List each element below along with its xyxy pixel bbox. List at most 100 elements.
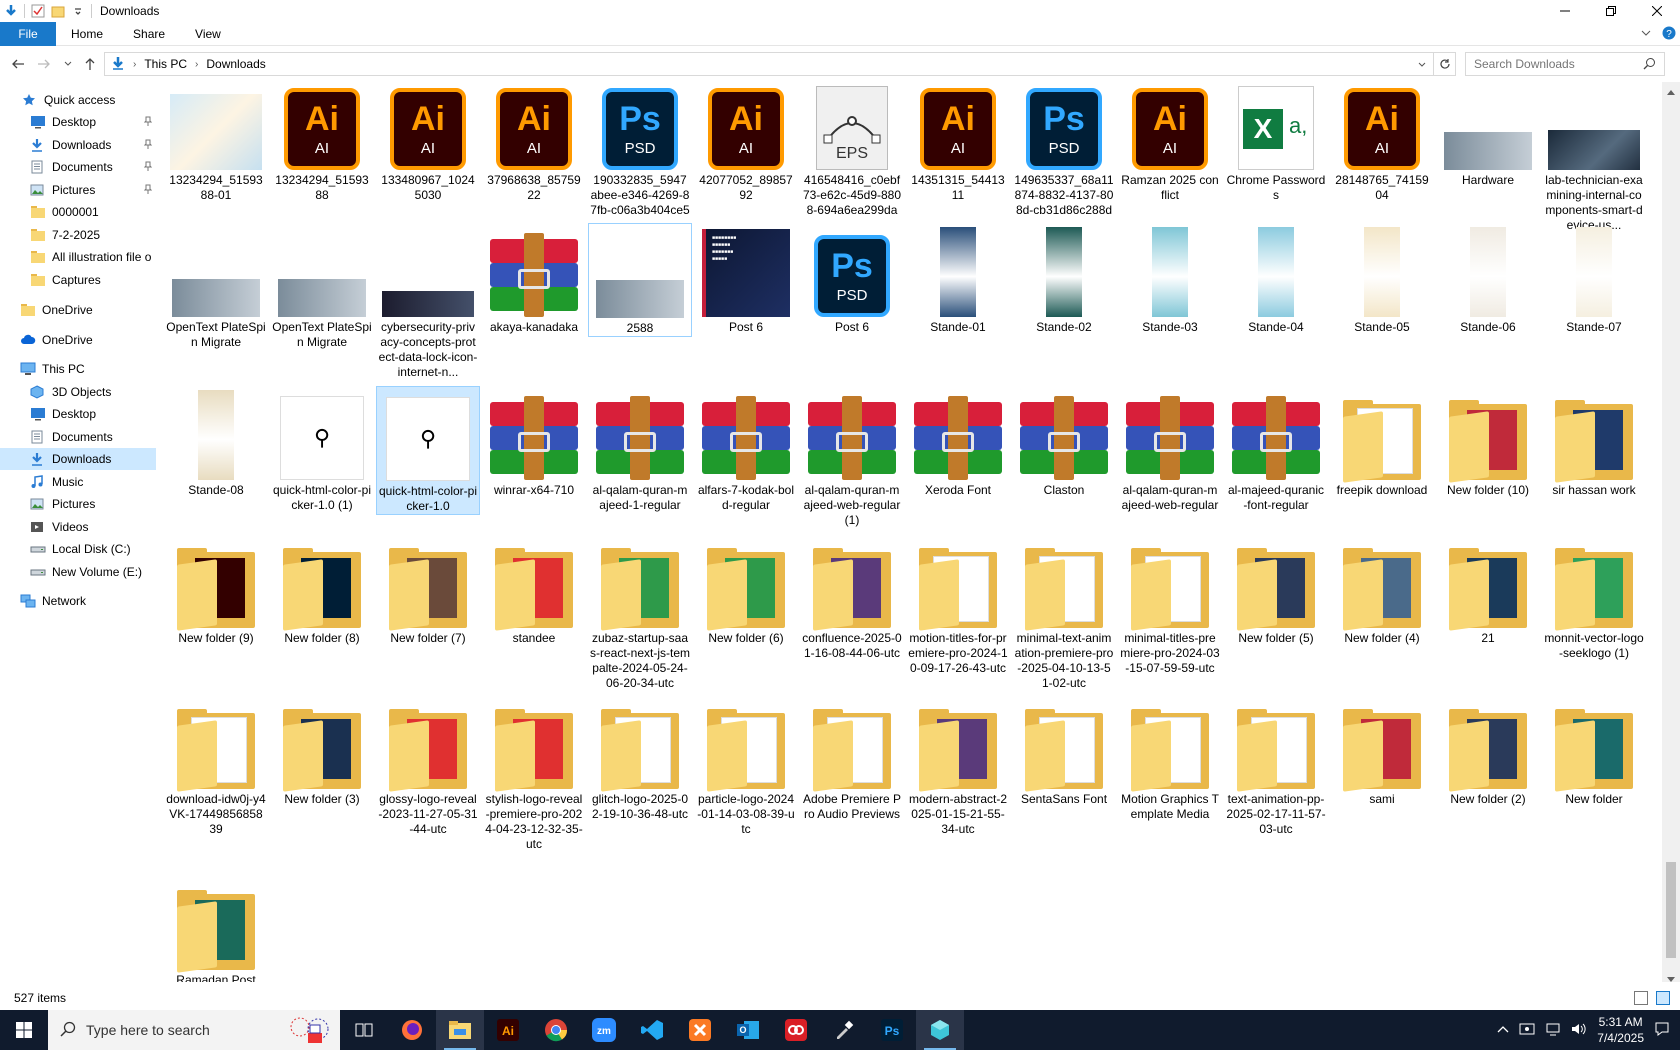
folder-item[interactable]: New folder (5) <box>1224 534 1328 646</box>
file-item[interactable]: Stande-02 <box>1012 223 1116 335</box>
app-cube-icon[interactable] <box>916 1010 964 1050</box>
file-item[interactable]: akaya-kanadaka <box>482 223 586 335</box>
maximize-button[interactable] <box>1588 0 1634 22</box>
volume-icon[interactable] <box>1571 1022 1587 1039</box>
file-item[interactable]: Stande-01 <box>906 223 1010 335</box>
folder-item[interactable]: Motion Graphics Template Media <box>1118 695 1222 822</box>
tab-share[interactable]: Share <box>118 22 180 46</box>
folder-item[interactable]: particle-logo-2024-01-14-03-08-39-utc <box>694 695 798 837</box>
vscode-icon[interactable] <box>628 1010 676 1050</box>
folder-item[interactable]: glitch-logo-2025-02-19-10-36-48-utc <box>588 695 692 822</box>
properties-icon[interactable] <box>31 4 45 18</box>
firefox-icon[interactable] <box>388 1010 436 1050</box>
nav-item-videos[interactable]: Videos <box>0 516 156 538</box>
fireworks-icon[interactable] <box>288 1013 332 1048</box>
nav-item-pictures[interactable]: Pictures <box>0 179 156 201</box>
search-box[interactable] <box>1465 52 1665 76</box>
search-icon[interactable] <box>1643 57 1656 73</box>
help-icon[interactable]: ? <box>1662 26 1676 43</box>
nav-item-new-volume-e[interactable]: New Volume (E:) <box>0 561 156 583</box>
file-item[interactable]: EPS 416548416_c0ebf73-e62c-45d9-8808-694a… <box>800 82 904 218</box>
folder-item[interactable]: download-idw0j-y4VK-1744985685839 <box>164 695 268 837</box>
folder-item[interactable]: New folder (4) <box>1330 534 1434 646</box>
new-folder-icon[interactable] <box>51 4 65 18</box>
nav-item-music[interactable]: Music <box>0 471 156 493</box>
breadcrumb-separator[interactable]: › <box>195 59 198 70</box>
folder-item[interactable]: sami <box>1330 695 1434 807</box>
clock[interactable]: 5:31 AM 7/4/2025 <box>1597 1014 1644 1046</box>
nav-item-downloads[interactable]: Downloads <box>0 448 156 470</box>
nav-item-documents[interactable]: Documents <box>0 426 156 448</box>
file-item[interactable]: Ai AI Ramzan 2025 conflict <box>1118 82 1222 203</box>
file-item[interactable]: Ai AI 13234294_5159388 <box>270 82 374 203</box>
nav-item-local-disk-c[interactable]: Local Disk (C:) <box>0 538 156 560</box>
nav-item-desktop[interactable]: Desktop <box>0 403 156 425</box>
folder-item[interactable]: SentaSans Font <box>1012 695 1116 807</box>
refresh-button[interactable] <box>1434 52 1456 76</box>
folder-item[interactable]: glossy-logo-reveal-2023-11-27-05-31-44-u… <box>376 695 480 837</box>
file-item[interactable]: OpenText PlateSpin Migrate <box>164 223 268 350</box>
show-hidden-icons-icon[interactable] <box>1497 1023 1509 1037</box>
folder-item[interactable]: modern-abstract-2025-01-15-21-55-34-utc <box>906 695 1010 837</box>
folder-item[interactable]: 21 <box>1436 534 1540 646</box>
nav-item-7-2-2025[interactable]: 7-2-2025 <box>0 224 156 246</box>
file-item[interactable]: al-qalam-quran-majeed-web-regular (1) <box>800 386 904 528</box>
folder-item[interactable]: confluence-2025-01-16-08-44-06-utc <box>800 534 904 661</box>
file-explorer-icon[interactable] <box>436 1010 484 1050</box>
notifications-icon[interactable] <box>1654 1021 1670 1040</box>
creative-cloud-icon[interactable] <box>772 1010 820 1050</box>
folder-item[interactable]: motion-titles-for-premiere-pro-2024-10-0… <box>906 534 1010 676</box>
nav-item-network[interactable]: Network <box>0 590 156 612</box>
scrollbar-thumb[interactable] <box>1666 862 1676 958</box>
recent-locations-button[interactable] <box>58 54 78 74</box>
file-item[interactable]: al-majeed-quranic-font-regular <box>1224 386 1328 513</box>
folder-item[interactable]: New folder <box>1542 695 1646 807</box>
file-item[interactable]: ⚲ quick-html-color-picker-1.0 <box>376 386 480 515</box>
tab-file[interactable]: File <box>0 21 56 46</box>
search-input[interactable] <box>1474 57 1644 71</box>
customize-toolbar-icon[interactable] <box>71 4 85 18</box>
back-button[interactable] <box>8 54 28 74</box>
scroll-down-arrow-icon[interactable] <box>1667 972 1675 986</box>
forward-button[interactable] <box>34 54 54 74</box>
breadcrumb-downloads[interactable]: Downloads <box>206 57 265 71</box>
zoom-icon[interactable]: zm <box>580 1010 628 1050</box>
breadcrumb-this-pc[interactable]: This PC <box>144 57 187 71</box>
folder-item[interactable]: New folder (2) <box>1436 695 1540 807</box>
tab-home[interactable]: Home <box>56 22 118 46</box>
folder-item[interactable]: standee <box>482 534 586 646</box>
file-item[interactable]: Ai AI 28148765_7415904 <box>1330 82 1434 203</box>
nav-item-0000001[interactable]: 0000001 <box>0 201 156 223</box>
file-item[interactable]: ⚲ quick-html-color-picker-1.0 (1) <box>270 386 374 513</box>
file-item[interactable]: al-qalam-quran-majeed-web-regular <box>1118 386 1222 513</box>
folder-item[interactable]: zubaz-startup-saas-react-next-js-tempalt… <box>588 534 692 691</box>
nav-item-onedrive[interactable]: OneDrive <box>0 329 156 351</box>
nav-item-onedrive[interactable]: OneDrive <box>0 299 156 321</box>
download-arrow-icon[interactable] <box>4 4 18 18</box>
taskbar-search[interactable]: Type here to search <box>48 1010 340 1050</box>
folder-item[interactable]: Ramadan Post <box>164 876 268 982</box>
large-icons-view-icon[interactable] <box>1656 991 1670 1005</box>
folder-item[interactable]: New folder (6) <box>694 534 798 646</box>
file-item[interactable]: Ai AI 42077052_8985792 <box>694 82 798 203</box>
folder-item[interactable]: freepik download <box>1330 386 1434 498</box>
folder-item[interactable]: New folder (3) <box>270 695 374 807</box>
folder-item[interactable]: New folder (10) <box>1436 386 1540 498</box>
nav-item-documents[interactable]: Documents <box>0 156 156 178</box>
folder-item[interactable]: New folder (9) <box>164 534 268 646</box>
file-item[interactable]: Ai AI 37968638_8575922 <box>482 82 586 203</box>
file-item[interactable]: Stande-03 <box>1118 223 1222 335</box>
folder-item[interactable]: New folder (8) <box>270 534 374 646</box>
details-view-icon[interactable] <box>1634 991 1648 1005</box>
folder-item[interactable]: text-animation-pp-2025-02-17-11-57-03-ut… <box>1224 695 1328 837</box>
nav-item-quick-access[interactable]: Quick access <box>0 89 156 111</box>
file-item[interactable]: Stande-07 <box>1542 223 1646 335</box>
file-item[interactable]: 2588 <box>588 223 692 337</box>
outlook-icon[interactable]: O <box>724 1010 772 1050</box>
illustrator-icon[interactable]: Ai <box>484 1010 532 1050</box>
nav-item-3d-objects[interactable]: 3D Objects <box>0 381 156 403</box>
file-item[interactable]: 13234294_5159388-01 <box>164 82 268 203</box>
file-item[interactable]: ■■■■■■■■ ■■■■■■ ■■■■■■■ ■■■■■ Post 6 <box>694 223 798 335</box>
network-status-icon[interactable] <box>1545 1022 1561 1039</box>
file-item[interactable]: OpenText PlateSpin Migrate <box>270 223 374 350</box>
